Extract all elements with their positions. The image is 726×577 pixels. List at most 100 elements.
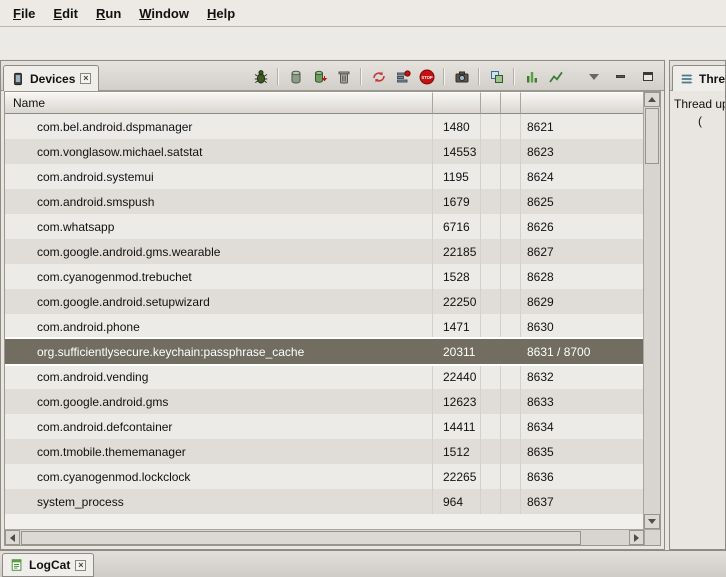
process-row[interactable]: com.vonglasow.michael.satstat 14553 8623 <box>5 139 643 164</box>
stop-process-icon[interactable]: STOP <box>416 67 437 86</box>
device-icon <box>11 72 25 86</box>
process-port: 8633 <box>521 389 643 414</box>
screen-capture-icon[interactable] <box>451 67 472 86</box>
tab-devices[interactable]: Devices × <box>3 65 99 91</box>
process-pid: 1512 <box>433 439 481 464</box>
process-row[interactable]: org.sufficientlysecure.keychain:passphra… <box>5 339 643 364</box>
close-icon[interactable]: × <box>80 73 91 84</box>
process-name: com.cyanogenmod.trebuchet <box>5 264 433 289</box>
method-profiling-icon[interactable] <box>392 67 413 86</box>
tab-threads[interactable]: Threa <box>672 65 726 91</box>
devices-view: Devices × <box>0 60 665 550</box>
process-pid: 20311 <box>433 339 481 364</box>
menu-help[interactable]: Help <box>198 2 244 25</box>
view-window-controls <box>583 67 658 86</box>
hierarchy-view-icon[interactable] <box>486 67 507 86</box>
process-row[interactable]: com.android.systemui 1195 8624 <box>5 164 643 189</box>
process-row[interactable]: com.tmobile.thememanager 1512 8635 <box>5 439 643 464</box>
process-spare1 <box>481 114 501 139</box>
process-pid: 22185 <box>433 239 481 264</box>
process-row[interactable]: com.android.smspush 1679 8625 <box>5 189 643 214</box>
cause-gc-icon[interactable] <box>333 67 354 86</box>
process-row[interactable]: com.cyanogenmod.trebuchet 1528 8628 <box>5 264 643 289</box>
scroll-left-button[interactable] <box>5 530 20 545</box>
process-name: system_process <box>5 489 433 514</box>
menu-file[interactable]: File <box>4 2 44 25</box>
process-pid: 1679 <box>433 189 481 214</box>
menu-window[interactable]: Window <box>130 2 198 25</box>
device-table-rows: com.bel.android.dspmanager 1480 8621 com… <box>5 114 643 529</box>
column-header-pid[interactable] <box>433 92 481 114</box>
process-spare1 <box>481 389 501 414</box>
process-row[interactable]: com.whatsapp 6716 8626 <box>5 214 643 239</box>
process-pid: 22440 <box>433 364 481 389</box>
minimize-icon[interactable] <box>610 67 631 86</box>
process-port: 8630 <box>521 314 643 339</box>
toolbar-separator <box>277 68 279 85</box>
toolbar-separator <box>513 68 515 85</box>
toolbar-separator <box>360 68 362 85</box>
device-table-header: Name <box>5 92 643 114</box>
process-spare1 <box>481 189 501 214</box>
scroll-down-button[interactable] <box>644 514 660 529</box>
update-threads-icon[interactable] <box>368 67 389 86</box>
process-row[interactable]: com.bel.android.dspmanager 1480 8621 <box>5 114 643 139</box>
process-pid: 1471 <box>433 314 481 339</box>
scroll-up-button[interactable] <box>644 92 660 107</box>
process-port: 8627 <box>521 239 643 264</box>
process-row[interactable]: com.google.android.gms.wearable 22185 86… <box>5 239 643 264</box>
process-name: com.android.defcontainer <box>5 414 433 439</box>
process-row[interactable]: com.android.vending 22440 8632 <box>5 364 643 389</box>
process-spare1 <box>481 489 501 514</box>
dump-hprof-icon[interactable] <box>309 67 330 86</box>
horizontal-scrollbar[interactable] <box>5 530 644 545</box>
process-spare2 <box>501 264 521 289</box>
vertical-scroll-thumb[interactable] <box>645 108 659 164</box>
scroll-right-button[interactable] <box>629 530 644 545</box>
column-header-name[interactable]: Name <box>5 92 433 114</box>
vertical-scrollbar[interactable] <box>643 92 660 529</box>
process-row[interactable]: com.android.phone 1471 8630 <box>5 314 643 339</box>
process-spare2 <box>501 139 521 164</box>
process-pid: 12623 <box>433 389 481 414</box>
process-row[interactable]: com.google.android.gms 12623 8633 <box>5 389 643 414</box>
process-spare2 <box>501 439 521 464</box>
device-table: Name com.bel.android.dspmanager 1480 862… <box>4 91 661 546</box>
tab-logcat-label: LogCat <box>29 558 70 572</box>
process-spare1 <box>481 164 501 189</box>
horizontal-scroll-thumb[interactable] <box>21 531 581 545</box>
menu-run[interactable]: Run <box>87 2 130 25</box>
debug-process-icon[interactable] <box>250 67 271 86</box>
process-spare2 <box>501 289 521 314</box>
scrollbar-corner <box>644 530 660 545</box>
process-row[interactable]: com.cyanogenmod.lockclock 22265 8636 <box>5 464 643 489</box>
process-row[interactable]: com.android.defcontainer 14411 8634 <box>5 414 643 439</box>
column-header-spare1 <box>481 92 501 114</box>
process-pid: 1480 <box>433 114 481 139</box>
column-header-spare2 <box>501 92 521 114</box>
close-icon[interactable]: × <box>75 560 86 571</box>
menu-edit[interactable]: Edit <box>44 2 87 25</box>
maximize-icon[interactable] <box>637 67 658 86</box>
process-name: com.google.android.gms.wearable <box>5 239 433 264</box>
process-spare2 <box>501 314 521 339</box>
process-spare1 <box>481 439 501 464</box>
process-spare1 <box>481 314 501 339</box>
process-spare2 <box>501 339 521 364</box>
process-port: 8621 <box>521 114 643 139</box>
view-menu-icon[interactable] <box>583 67 604 86</box>
tab-logcat[interactable]: LogCat × <box>2 553 94 577</box>
process-pid: 1195 <box>433 164 481 189</box>
process-spare2 <box>501 239 521 264</box>
update-heap-icon[interactable] <box>285 67 306 86</box>
process-pid: 964 <box>433 489 481 514</box>
graph-icon[interactable] <box>545 67 566 86</box>
process-spare1 <box>481 464 501 489</box>
process-pid: 14553 <box>433 139 481 164</box>
process-row[interactable]: com.google.android.setupwizard 22250 862… <box>5 289 643 314</box>
process-pid: 22250 <box>433 289 481 314</box>
column-header-port[interactable] <box>521 92 643 114</box>
process-row[interactable]: system_process 964 8637 <box>5 489 643 514</box>
system-info-icon[interactable] <box>521 67 542 86</box>
process-spare1 <box>481 214 501 239</box>
